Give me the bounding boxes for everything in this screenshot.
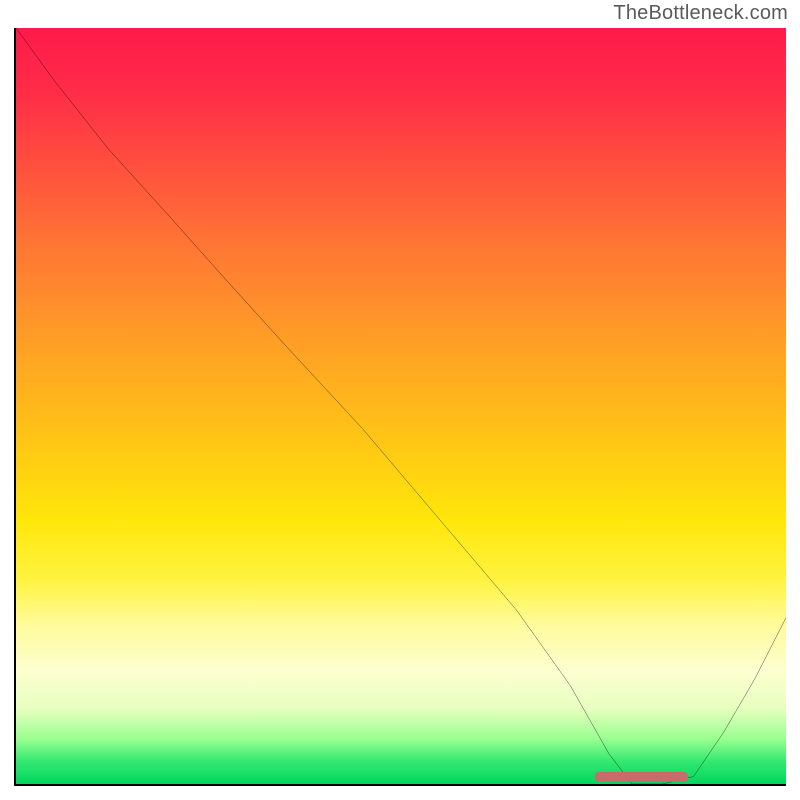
bottleneck-curve [16,28,786,784]
chart-plot-area [14,28,786,786]
watermark-text: TheBottleneck.com [613,2,788,25]
optimal-range-marker [595,772,688,782]
